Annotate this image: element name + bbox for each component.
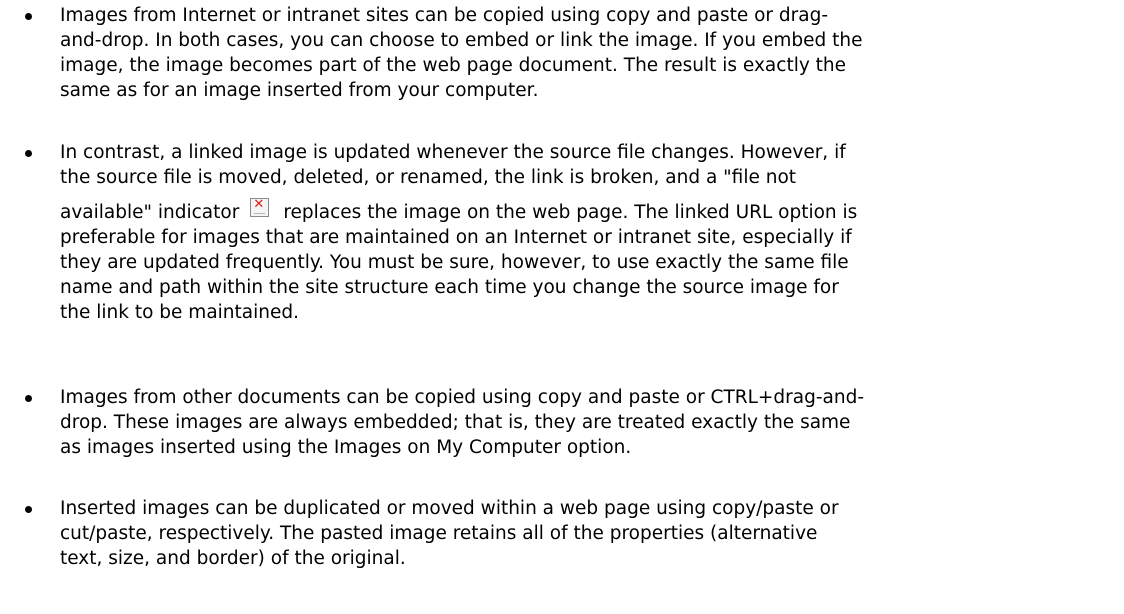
text-line: name and path within the site structure … xyxy=(60,277,839,298)
text-line: Images from other documents can be copie… xyxy=(60,387,865,408)
text-line: same as for an image inserted from your … xyxy=(60,80,539,101)
text-line-with-icon: available" indicator ✕ replaces the image … xyxy=(60,196,1100,225)
text-line: Images from Internet or intranet sites c… xyxy=(60,5,829,26)
bullet-marker xyxy=(25,506,32,513)
text-line: the source file is moved, deleted, or re… xyxy=(60,167,797,188)
text-line: they are updated frequently. You must be… xyxy=(60,252,849,273)
bullet-marker xyxy=(25,13,32,20)
text-line: In contrast, a linked image is updated w… xyxy=(60,142,846,163)
paragraph-text: Images from Internet or intranet sites c… xyxy=(60,3,1100,103)
text-segment: available" indicator xyxy=(60,202,240,223)
text-line: drop. These images are always embedded; … xyxy=(60,412,851,433)
broken-image-icon: ✕ xyxy=(249,196,271,220)
text-line: text, size, and border) of the original. xyxy=(60,548,406,569)
paragraph-text: Images from other documents can be copie… xyxy=(60,385,1100,460)
bullet-marker xyxy=(25,395,32,402)
paragraph-text: Inserted images can be duplicated or mov… xyxy=(60,496,1100,571)
text-line: as images inserted using the Images on M… xyxy=(60,437,632,458)
text-line: cut/paste, respectively. The pasted imag… xyxy=(60,523,818,544)
text-line: image, the image becomes part of the web… xyxy=(60,55,847,76)
red-x-glyph: ✕ xyxy=(253,197,265,212)
bullet-marker xyxy=(25,150,32,157)
text-segment: replaces the image on the web page. The … xyxy=(283,202,858,223)
text-line: the link to be maintained. xyxy=(60,302,299,323)
paragraph-text: In contrast, a linked image is updated w… xyxy=(60,140,1100,325)
document-body: Images from Internet or intranet sites c… xyxy=(0,0,1124,614)
text-line: and-drop. In both cases, you can choose … xyxy=(60,30,863,51)
text-line: preferable for images that are maintaine… xyxy=(60,227,852,248)
text-line: Inserted images can be duplicated or mov… xyxy=(60,498,839,519)
